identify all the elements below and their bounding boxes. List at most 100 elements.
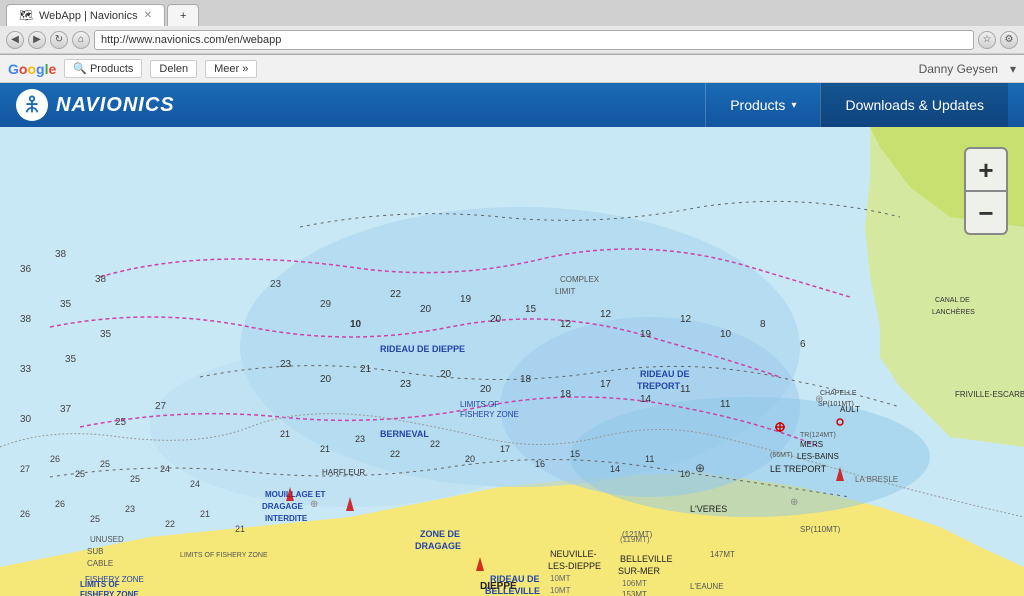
svg-text:⊕: ⊕	[815, 394, 823, 405]
svg-text:25: 25	[130, 474, 140, 484]
nav-logo-text: NAVIONICS	[56, 94, 175, 117]
svg-text:⊕: ⊕	[310, 499, 318, 510]
svg-text:MOUILLAGE ET: MOUILLAGE ET	[265, 490, 326, 499]
svg-text:10: 10	[720, 329, 732, 340]
svg-text:LES-DIEPPE: LES-DIEPPE	[548, 561, 601, 571]
delen-label: Delen	[159, 63, 188, 75]
svg-text:FRIVILLE-ESCARBOT: FRIVILLE-ESCARBOT	[955, 390, 1024, 399]
user-name: Danny Geysen	[919, 62, 998, 76]
map-container[interactable]: 36 38 38 38 35 35 33 35 30 37 25 27 27 2…	[0, 127, 1024, 596]
svg-text:SUR-MER: SUR-MER	[618, 566, 660, 576]
svg-text:23: 23	[125, 504, 135, 514]
svg-text:UNUSED: UNUSED	[90, 535, 124, 544]
svg-text:15: 15	[525, 304, 537, 315]
zoom-controls: + −	[964, 147, 1008, 235]
svg-text:26: 26	[20, 509, 30, 519]
zoom-out-button[interactable]: −	[964, 191, 1008, 235]
url-text: http://www.navionics.com/en/webapp	[101, 34, 281, 46]
svg-text:14: 14	[640, 394, 652, 405]
browser-chrome: 🗺 WebApp | Navionics ✕ + ◀ ▶ ↻ ⌂ http://…	[0, 0, 1024, 55]
svg-text:23: 23	[400, 379, 412, 390]
svg-text:15: 15	[570, 449, 580, 459]
nav-products-label: Products	[730, 97, 785, 113]
url-bar[interactable]: http://www.navionics.com/en/webapp	[94, 30, 974, 50]
svg-text:21: 21	[360, 364, 372, 375]
svg-text:FISHERY ZONE: FISHERY ZONE	[85, 575, 144, 584]
svg-text:ZONE DE: ZONE DE	[420, 529, 460, 539]
svg-text:CANAL DE: CANAL DE	[935, 297, 970, 304]
meer-label: Meer »	[214, 63, 248, 75]
svg-text:18: 18	[520, 374, 532, 385]
svg-text:20: 20	[480, 384, 492, 395]
svg-text:38: 38	[55, 249, 67, 260]
star-button[interactable]: ☆	[978, 31, 996, 49]
svg-text:25: 25	[100, 459, 110, 469]
tab-title-new: +	[180, 10, 186, 22]
svg-text:23: 23	[270, 279, 282, 290]
delen-button[interactable]: Delen	[150, 60, 197, 78]
svg-text:16: 16	[535, 459, 545, 469]
tab-close-btn[interactable]: ✕	[144, 10, 152, 21]
zoeken-button[interactable]: 🔍 Products	[64, 59, 142, 78]
zoeken-label: Products	[90, 63, 133, 75]
svg-text:(66MT): (66MT)	[770, 452, 793, 459]
tab-title: WebApp | Navionics	[39, 10, 138, 22]
svg-text:24: 24	[190, 479, 200, 489]
svg-text:21: 21	[280, 429, 290, 439]
settings-button[interactable]: ⚙	[1000, 31, 1018, 49]
svg-text:21: 21	[320, 444, 330, 454]
svg-text:LIMITS OF FISHERY ZONE: LIMITS OF FISHERY ZONE	[180, 552, 268, 559]
svg-text:23: 23	[355, 434, 365, 444]
svg-text:12: 12	[560, 319, 572, 330]
svg-text:35: 35	[60, 299, 72, 310]
svg-text:11: 11	[645, 454, 654, 464]
svg-text:30: 30	[20, 414, 32, 425]
svg-text:CABLE: CABLE	[87, 559, 113, 568]
svg-text:TR(124MT): TR(124MT)	[800, 432, 836, 439]
svg-text:22: 22	[165, 519, 175, 529]
nav-products-item[interactable]: Products ▾	[705, 83, 820, 127]
svg-text:20: 20	[420, 304, 432, 315]
svg-text:SUB: SUB	[87, 547, 103, 556]
nav-logo[interactable]: NAVIONICS	[16, 89, 705, 121]
svg-text:RIDEAU DE DIEPPE: RIDEAU DE DIEPPE	[380, 344, 465, 354]
browser-tab-new[interactable]: +	[167, 4, 199, 26]
svg-text:20: 20	[440, 369, 452, 380]
svg-text:35: 35	[100, 329, 112, 340]
svg-text:TREPORT: TREPORT	[637, 381, 681, 391]
forward-button[interactable]: ▶	[28, 31, 46, 49]
nautical-map: 36 38 38 38 35 35 33 35 30 37 25 27 27 2…	[0, 127, 1024, 596]
browser-tab-active[interactable]: 🗺 WebApp | Navionics ✕	[6, 4, 165, 26]
svg-text:37: 37	[60, 404, 72, 415]
svg-text:LIMIT: LIMIT	[555, 287, 576, 296]
tab-bar: 🗺 WebApp | Navionics ✕ +	[0, 0, 1024, 26]
svg-text:20: 20	[465, 454, 475, 464]
google-logo: Google	[8, 61, 56, 77]
svg-text:DRAGAGE: DRAGAGE	[415, 541, 461, 551]
svg-text:12: 12	[680, 314, 692, 325]
meer-button[interactable]: Meer »	[205, 60, 257, 78]
svg-text:19: 19	[640, 329, 652, 340]
nav-downloads-label: Downloads & Updates	[845, 97, 984, 113]
svg-text:LA BRESLE: LA BRESLE	[855, 475, 898, 484]
refresh-button[interactable]: ↻	[50, 31, 68, 49]
home-button[interactable]: ⌂	[72, 31, 90, 49]
svg-text:27: 27	[155, 401, 167, 412]
svg-text:HARFLEUR: HARFLEUR	[322, 468, 365, 477]
svg-text:10MT: 10MT	[550, 574, 571, 583]
nav-downloads-item[interactable]: Downloads & Updates	[820, 83, 1008, 127]
svg-text:20: 20	[490, 314, 502, 325]
zoom-in-button[interactable]: +	[964, 147, 1008, 191]
svg-text:8: 8	[760, 319, 766, 330]
user-arrow: ▾	[1010, 62, 1016, 76]
svg-text:35: 35	[65, 354, 77, 365]
back-button[interactable]: ◀	[6, 31, 24, 49]
svg-text:MERS: MERS	[800, 440, 823, 449]
svg-text:25: 25	[90, 514, 100, 524]
svg-text:25: 25	[115, 417, 127, 428]
svg-text:26: 26	[55, 499, 65, 509]
svg-text:17: 17	[600, 379, 612, 390]
svg-text:29: 29	[320, 299, 332, 310]
svg-text:14: 14	[610, 464, 620, 474]
svg-text:22: 22	[430, 439, 440, 449]
